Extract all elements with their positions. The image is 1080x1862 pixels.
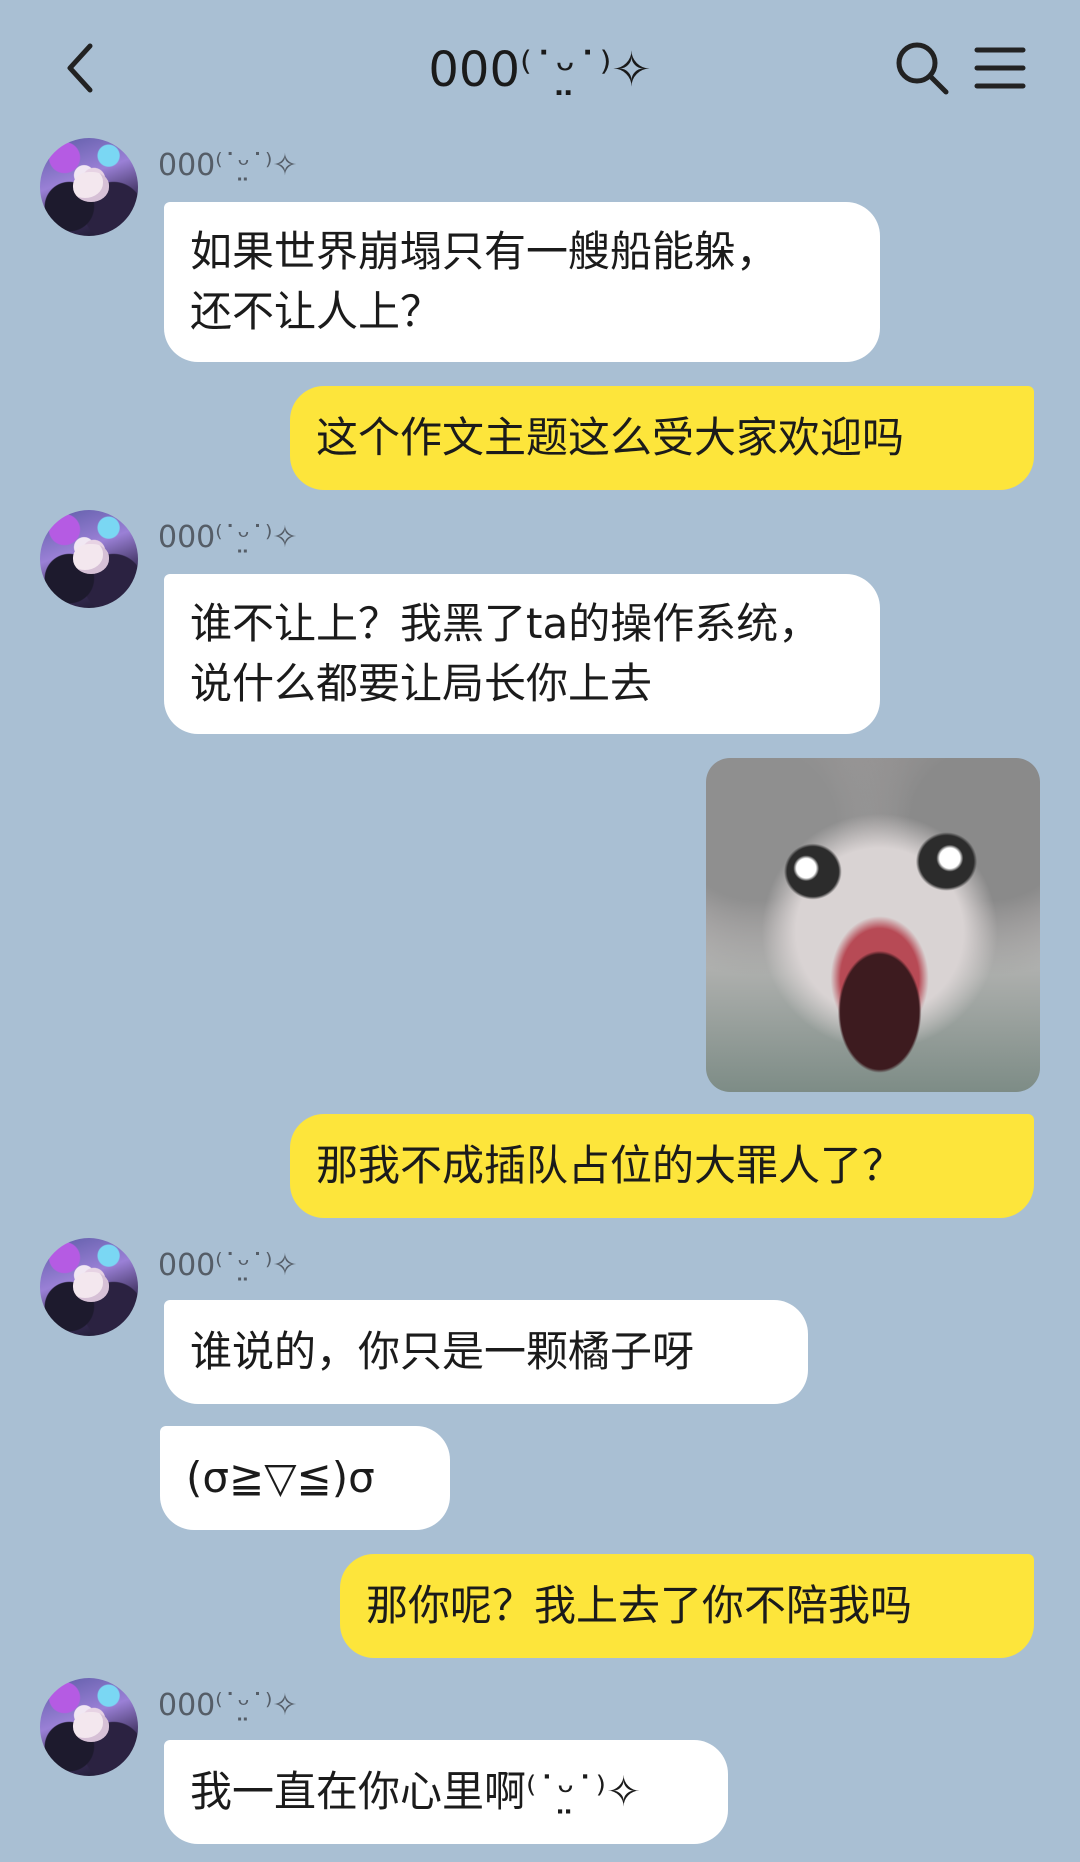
- incoming-message-bubble[interactable]: 我一直在你心里啊⁽˙ᵕ̤˙⁾✧: [164, 1740, 728, 1844]
- incoming-message-bubble[interactable]: 谁不让上？我黑了ta的操作系统，说什么都要让局长你上去: [164, 574, 880, 734]
- outgoing-message-bubble[interactable]: 那你呢？我上去了你不陪我吗: [340, 1554, 1034, 1658]
- incoming-message-bubble[interactable]: (σ≧▽≦)σ: [160, 1426, 450, 1530]
- menu-button[interactable]: [968, 38, 1032, 102]
- back-button[interactable]: [52, 38, 108, 102]
- sender-name: 000⁽˙ᵕ̤˙⁾✧: [158, 520, 298, 555]
- message-text: 如果世界崩塌只有一艘船能躲，还不让人上？: [190, 227, 779, 336]
- outgoing-message-bubble[interactable]: 那我不成插队占位的大罪人了？: [290, 1114, 1034, 1218]
- message-text: 谁说的，你只是一颗橘子呀: [190, 1327, 695, 1376]
- sender-name: 000⁽˙ᵕ̤˙⁾✧: [158, 148, 298, 183]
- hamburger-menu-icon: [973, 44, 1027, 96]
- chat-header: 000⁽˙ᵕ̤˙⁾✧: [0, 0, 1080, 140]
- message-text: 那我不成插队占位的大罪人了？: [316, 1141, 905, 1190]
- sender-name: 000⁽˙ᵕ̤˙⁾✧: [158, 1688, 298, 1723]
- avatar[interactable]: [40, 138, 138, 236]
- search-button[interactable]: [890, 38, 954, 102]
- avatar[interactable]: [40, 1238, 138, 1336]
- incoming-message-bubble[interactable]: 谁说的，你只是一颗橘子呀: [164, 1300, 808, 1404]
- avatar[interactable]: [40, 1678, 138, 1776]
- search-icon: [893, 39, 951, 101]
- screaming-cat-sticker[interactable]: [706, 758, 1040, 1092]
- incoming-message-bubble[interactable]: 如果世界崩塌只有一艘船能躲，还不让人上？: [164, 202, 880, 362]
- message-text: (σ≧▽≦)σ: [186, 1453, 375, 1502]
- message-text: 那你呢？我上去了你不陪我吗: [366, 1581, 913, 1630]
- message-text: 谁不让上？我黑了ta的操作系统，说什么都要让局长你上去: [190, 599, 821, 708]
- message-text: 这个作文主题这么受大家欢迎吗: [316, 413, 905, 462]
- chevron-left-icon: [60, 40, 100, 100]
- message-text: 我一直在你心里啊⁽˙ᵕ̤˙⁾✧: [190, 1767, 642, 1816]
- sender-name: 000⁽˙ᵕ̤˙⁾✧: [158, 1248, 298, 1283]
- outgoing-message-bubble[interactable]: 这个作文主题这么受大家欢迎吗: [290, 386, 1034, 490]
- avatar[interactable]: [40, 510, 138, 608]
